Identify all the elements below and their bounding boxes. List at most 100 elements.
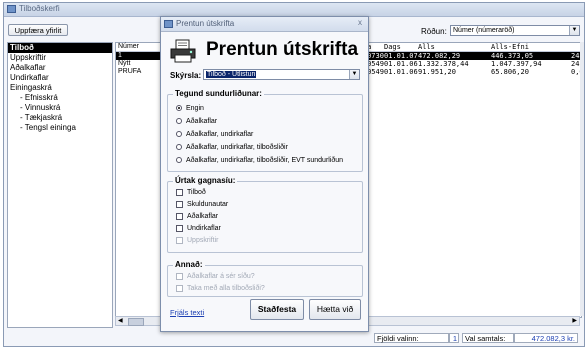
main-title-bar: Tilboðskerfi	[4, 3, 584, 17]
group-title: Úrtak gagnasíu:	[173, 176, 238, 185]
table-cell: 65.806,20	[491, 68, 529, 76]
table-cell: 01.01.07	[384, 52, 418, 60]
checkbox-label: Taka með alla tilboðsliði?	[187, 285, 265, 292]
checkbox-option: Taka með alla tilboðsliði?	[176, 284, 265, 294]
sort-select[interactable]: Númer (númeraröð) ▼	[450, 25, 580, 36]
status-bar: Fjöldi valinn: 1 Val samtals: 472.082,3 …	[4, 330, 584, 346]
cancel-button[interactable]: Hætta við	[309, 299, 361, 320]
group-title: Annað:	[173, 260, 205, 269]
table-row[interactable]: 0605-0730 01.01.07 472.082,29 446.373,05…	[344, 52, 581, 60]
radio-label: Aðalkaflar, undirkaflar, tilboðsliðir, E…	[186, 157, 344, 164]
radio-label: Engin	[186, 105, 204, 112]
table-row[interactable]: 0984-0549 01.01.06 1.332.378,44 1.047.39…	[344, 60, 581, 68]
radio-option[interactable]: Aðalkaflar, undirkaflar, tilboðsliðir, E…	[176, 156, 343, 166]
checkbox-icon[interactable]	[176, 224, 183, 232]
radio-option[interactable]: Aðalkaflar	[176, 117, 217, 127]
table-row[interactable]: 0984-0549 01.01.06 91.951,20 65.806,20 0…	[344, 68, 581, 76]
chevron-down-icon[interactable]: ▼	[349, 70, 359, 79]
checkbox-icon[interactable]	[176, 200, 183, 208]
printer-icon	[170, 39, 196, 63]
checkbox-label: Undirkaflar	[187, 225, 221, 232]
radio-selected-icon[interactable]	[176, 105, 182, 112]
chevron-down-icon[interactable]: ▼	[569, 26, 579, 35]
filter-sample-group: Úrtak gagnasíu: Tilboð Skuldunautar Aðal…	[167, 176, 363, 253]
free-text-link[interactable]: Frjáls texti	[170, 308, 204, 317]
table-cell: 446.373,05	[491, 52, 534, 60]
sort-label: Röðun:	[421, 27, 447, 36]
column-header[interactable]: Alls	[418, 43, 435, 51]
radio-label: Aðalkaflar	[186, 118, 218, 125]
list-item[interactable]: - Tækjaskrá	[8, 113, 112, 123]
dialog-icon	[164, 20, 173, 28]
checkbox-option[interactable]: Tilboð	[176, 188, 206, 198]
report-select[interactable]: Tilboð - Útlistun ▼	[203, 69, 360, 80]
close-icon[interactable]: x	[358, 18, 362, 27]
selected-count-value: 1	[449, 333, 459, 343]
selection-total-label: Val samtals:	[462, 333, 514, 343]
radio-option[interactable]: Aðalkaflar, undirkaflar, tilboðsliðir	[176, 143, 288, 153]
column-header[interactable]: Alls-Efni	[491, 43, 529, 51]
table-row[interactable]: PRUFA	[116, 68, 166, 76]
table-cell: 24	[571, 52, 580, 60]
scroll-right-icon[interactable]: ▶	[572, 317, 577, 325]
app-icon	[7, 5, 16, 13]
checkbox-label: Tilboð	[187, 189, 206, 196]
list-item[interactable]: Uppskriftir	[8, 53, 112, 63]
checkbox-icon[interactable]	[176, 188, 183, 196]
list-item[interactable]: Aðalkaflar	[8, 63, 112, 73]
checkbox-option[interactable]: Skuldunautar	[176, 200, 228, 210]
table-cell: 1.332.378,44	[418, 60, 469, 68]
dialog-heading: Prentun útskrifta	[206, 39, 359, 60]
checkbox-option[interactable]: Aðalkaflar	[176, 212, 218, 222]
list-item[interactable]: - Tengsl eininga	[8, 123, 112, 133]
table-cell: 472.082,29	[418, 52, 461, 60]
radio-label: Aðalkaflar, undirkaflar	[186, 131, 254, 138]
list-item[interactable]: Einingaskrá	[8, 83, 112, 93]
checkbox-icon	[176, 236, 183, 244]
list-item[interactable]: Undirkaflar	[8, 73, 112, 83]
selection-total-value: 472.082,3 kr.	[514, 333, 578, 343]
scroll-left-icon[interactable]: ◀	[118, 317, 123, 325]
checkbox-label: Aðalkaflar á sér síðu?	[187, 273, 255, 280]
grid-header: nntala Dags Alls Alls-Efni	[344, 43, 581, 52]
column-header[interactable]: Dags	[384, 43, 401, 51]
checkbox-option: Aðalkaflar á sér síðu?	[176, 272, 255, 282]
radio-icon[interactable]	[176, 118, 182, 125]
table-cell: 01.01.06	[384, 68, 418, 76]
table-row[interactable]: Nýtt	[116, 60, 166, 68]
confirm-button[interactable]: Staðfesta	[250, 299, 304, 320]
report-label: Skýrsla:	[170, 71, 202, 80]
radio-option[interactable]: Engin	[176, 104, 204, 114]
group-title: Tegund sundurliðunar:	[173, 89, 264, 98]
report-value: Tilboð - Útlistun	[206, 71, 257, 78]
radio-icon[interactable]	[176, 157, 182, 164]
list-item[interactable]: Tilboð	[8, 43, 112, 53]
radio-icon[interactable]	[176, 131, 182, 138]
column-header-number[interactable]: Númer	[116, 43, 166, 52]
category-list: Tilboð Uppskriftir Aðalkaflar Undirkafla…	[7, 42, 113, 328]
radio-icon[interactable]	[176, 144, 182, 151]
scroll-thumb[interactable]	[128, 318, 144, 326]
table-row[interactable]: 1	[116, 52, 166, 60]
breakdown-type-group: Tegund sundurliðunar: Engin Aðalkaflar A…	[167, 89, 363, 172]
vertical-scrollbar[interactable]	[580, 42, 584, 316]
checkbox-icon	[176, 284, 183, 292]
checkbox-option: Uppskriftir	[176, 236, 219, 246]
checkbox-icon	[176, 272, 183, 280]
checkbox-label: Uppskriftir	[187, 237, 219, 244]
checkbox-icon[interactable]	[176, 212, 183, 220]
refresh-button[interactable]: Uppfæra yfirlit	[8, 24, 68, 36]
list-item[interactable]: - Vinnuskrá	[8, 103, 112, 113]
list-item[interactable]: - Efnisskrá	[8, 93, 112, 103]
record-grid: nntala Dags Alls Alls-Efni 0605-0730 01.…	[343, 42, 582, 318]
checkbox-option[interactable]: Undirkaflar	[176, 224, 221, 234]
radio-option[interactable]: Aðalkaflar, undirkaflar	[176, 130, 253, 140]
window-title: Tilboðskerfi	[19, 4, 60, 13]
checkbox-label: Aðalkaflar	[187, 213, 219, 220]
sort-value: Númer (númeraröð)	[453, 27, 515, 34]
table-cell: 91.951,20	[418, 68, 456, 76]
table-cell: 01.01.06	[384, 60, 418, 68]
checkbox-label: Skuldunautar	[187, 201, 229, 208]
dialog-title-bar: Prentun útskrifta x	[161, 17, 368, 32]
print-dialog: Prentun útskrifta x Prentun útskrifta Sk…	[160, 16, 369, 332]
